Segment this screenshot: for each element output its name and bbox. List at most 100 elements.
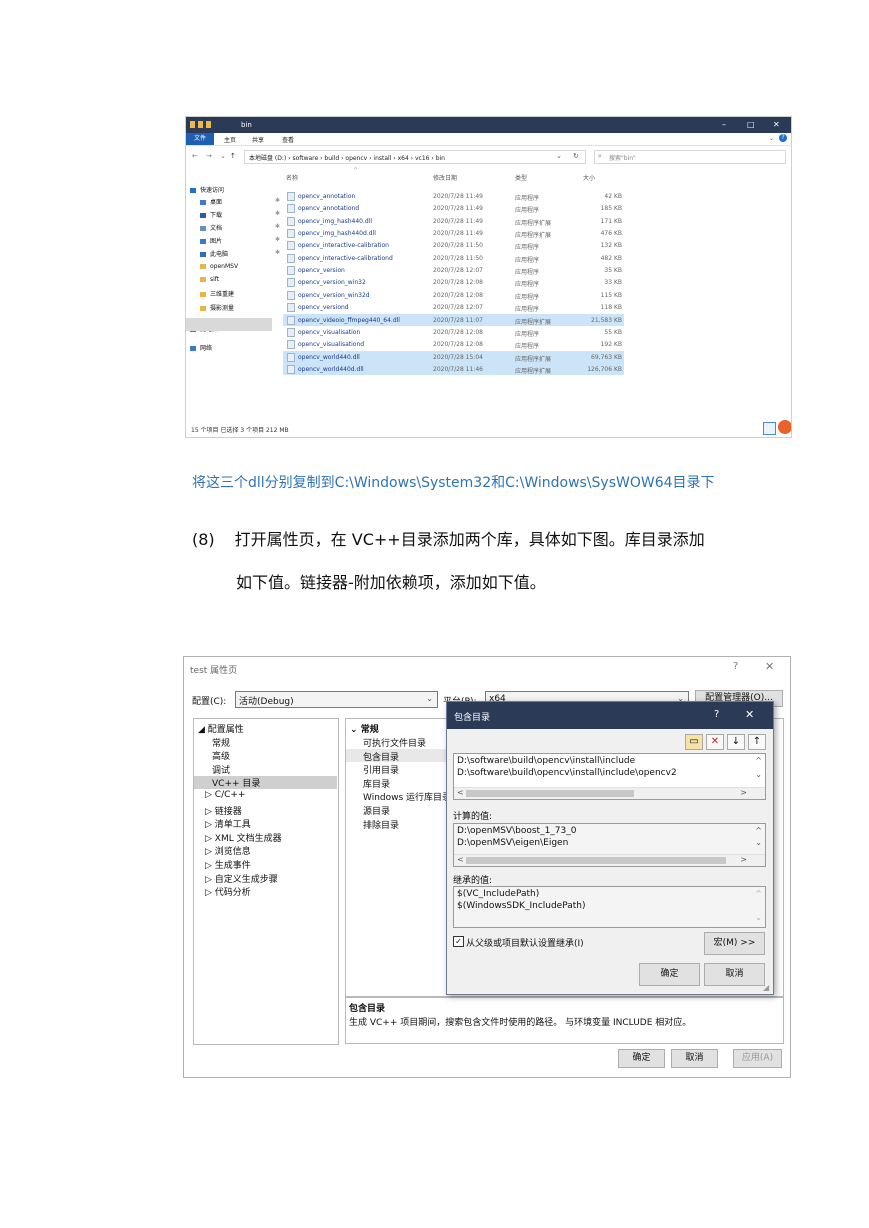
large-icons-view-icon[interactable] [778,420,791,434]
ribbon-tab-file[interactable]: 文件 [186,133,214,145]
tree-node[interactable]: ▷ 自定义生成步骤 [205,872,278,885]
sidebar-item[interactable]: 下载 ✱ [190,210,284,221]
close-icon[interactable]: ✕ [765,660,774,673]
scroll-left-icon[interactable]: < [457,855,464,864]
file-row[interactable]: opencv_img_hash440.dll 2020/7/28 11:49 应用程… [283,215,624,227]
file-row[interactable]: opencv_annotation 2020/7/28 11:49 应用程序 42 K… [283,190,624,202]
close-icon[interactable]: ✕ [745,708,754,721]
column-date[interactable]: 修改日期 [433,173,457,182]
horizontal-scrollbar[interactable]: < > [454,854,765,866]
new-line-folder-icon[interactable]: ▭ [685,734,703,750]
chevron-down-icon[interactable]: ⌄ [556,152,562,160]
search-field[interactable]: ⌕ 搜索"bin" [594,150,786,164]
ribbon-tab-share[interactable]: 共享 [252,135,264,144]
ribbon-tab-home[interactable]: 主页 [224,135,236,144]
sidebar-item[interactable]: 此电脑 ✱ [190,249,284,260]
maximize-icon[interactable]: □ [747,120,755,129]
sidebar-item[interactable]: sift [190,276,284,287]
help-icon[interactable]: ? [714,709,719,720]
grid-row-label[interactable]: 可执行文件目录 [363,736,426,749]
close-icon[interactable]: ✕ [773,120,780,129]
sidebar-item[interactable]: 图片 ✱ [190,236,284,247]
tree-node[interactable]: ▷ XML 文档生成器 [205,831,282,844]
sidebar-item[interactable]: 摄影测量 [190,303,284,314]
sidebar-item[interactable]: 快速访问 [190,185,274,196]
grid-row-label[interactable]: 排除目录 [363,818,399,831]
ok-button[interactable]: 确定 [639,963,700,986]
ok-button[interactable]: 确定 [618,1049,665,1068]
ribbon-tab-view[interactable]: 查看 [282,135,294,144]
chevron-down-icon[interactable]: ⌄ [220,152,226,160]
cancel-button[interactable]: 取消 [704,963,765,986]
help-icon[interactable]: ? [779,134,787,142]
file-row[interactable]: opencv_visualisation 2020/7/28 12:08 应用程序 5… [283,326,624,338]
file-row[interactable]: opencv_version 2020/7/28 12:07 应用程序 35 KB [283,264,624,276]
tree-node[interactable]: ▷ 生成事件 [205,858,251,871]
file-row[interactable]: opencv_interactive-calibrationd 2020/7/28… [283,252,624,264]
sidebar-item[interactable]: 网络 [190,343,274,354]
chevron-down-icon[interactable]: ⌄ [769,135,774,142]
grid-row-label[interactable]: 包含目录 [363,750,399,763]
column-size[interactable]: 大小 [583,173,595,182]
refresh-icon[interactable]: ↻ [573,152,579,160]
tree-node[interactable]: 常规 [212,736,230,749]
grid-row-label[interactable]: 引用目录 [363,763,399,776]
file-row[interactable]: opencv_world440.dll 2020/7/28 15:04 应用程序扩展… [283,350,624,363]
file-row[interactable]: opencv_world440d.dll 2020/7/28 11:46 应用程序扩… [283,362,624,375]
inherit-checkbox[interactable]: ✓ [453,936,464,947]
file-row[interactable]: opencv_visualisationd 2020/7/28 12:08 应用程序… [283,338,624,350]
tree-node[interactable]: ▷ 浏览信息 [205,844,251,857]
sidebar-item[interactable]: 文档 ✱ [190,223,284,234]
tree-node[interactable]: VC++ 目录 [194,776,337,790]
scrollbar-thumb[interactable] [466,857,726,864]
scroll-left-icon[interactable]: < [457,788,464,797]
include-paths-list[interactable]: D:\software\build\opencv\install\include… [453,753,766,800]
macros-button[interactable]: 宏(M) >> [704,932,765,955]
file-row[interactable]: opencv_version_win32 2020/7/28 12:08 应用程序 3… [283,276,624,288]
apply-button[interactable]: 应用(A) [733,1049,782,1068]
scroll-down-icon[interactable]: ⌄ [755,770,762,779]
scroll-right-icon[interactable]: > [740,788,747,797]
file-row[interactable]: opencv_versiond 2020/7/28 12:07 应用程序 118 KB [283,301,624,313]
file-row[interactable]: opencv_annotationd 2020/7/28 11:49 应用程序 185… [283,202,624,214]
scroll-down-icon[interactable]: ⌄ [755,838,762,847]
up-arrow-icon[interactable]: ↑ [230,152,236,160]
sidebar-item[interactable]: 三维重建 [190,289,284,300]
scroll-right-icon[interactable]: > [740,855,747,864]
file-row[interactable]: opencv_interactive-calibration 2020/7/28 … [283,239,624,251]
tree-node[interactable]: ▷ 链接器 [205,804,242,817]
scroll-down-icon[interactable]: ⌄ [755,913,762,922]
horizontal-scrollbar[interactable]: < > [454,787,765,799]
file-row[interactable]: opencv_videoio_ffmpeg440_64.dll 2020/7/28… [283,313,624,326]
configuration-select[interactable]: 活动(Debug) ⌄ [235,691,438,708]
cancel-button[interactable]: 取消 [671,1049,718,1068]
tree-node[interactable]: 调试 [212,763,230,776]
back-arrow-icon[interactable]: ← [192,152,198,160]
forward-arrow-icon[interactable]: → [206,152,212,160]
grid-row-label[interactable]: 库目录 [363,777,390,790]
column-type[interactable]: 类型 [515,173,527,182]
tree-node[interactable]: ◢ 配置属性 [198,722,244,735]
column-name[interactable]: 名称 [286,173,298,182]
tree-node[interactable]: ▷ C/C++ [205,790,245,800]
sidebar-item[interactable]: 桌面 ✱ [190,197,284,208]
include-path-entry[interactable]: D:\software\build\opencv\install\include [457,756,635,766]
delete-icon[interactable]: ✕ [706,734,724,750]
scroll-up-icon[interactable]: ^ [755,826,762,835]
details-view-icon[interactable] [763,422,776,435]
file-row[interactable]: opencv_img_hash440d.dll 2020/7/28 11:49 应用… [283,227,624,239]
grid-row-label[interactable]: Windows 运行库目录 [363,790,451,803]
grid-row-label[interactable]: 源目录 [363,804,390,817]
scroll-up-icon[interactable]: ^ [755,756,762,765]
minimize-icon[interactable]: – [722,120,726,129]
file-row[interactable]: opencv_version_win32d 2020/7/28 12:08 应用程序… [283,289,624,301]
tree-node[interactable]: ▷ 清单工具 [205,817,251,830]
move-down-icon[interactable]: ↓ [727,734,745,750]
include-path-entry[interactable]: D:\software\build\opencv\install\include… [457,768,677,778]
scrollbar-thumb[interactable] [466,790,634,797]
scroll-up-icon[interactable]: ^ [755,889,762,898]
address-field[interactable]: 本地磁盘 (D:) › software › build › opencv › … [244,150,586,164]
resize-grip-icon[interactable]: ◢ [763,983,769,992]
help-icon[interactable]: ? [733,661,738,672]
sidebar-item[interactable]: openMSV [190,263,284,274]
